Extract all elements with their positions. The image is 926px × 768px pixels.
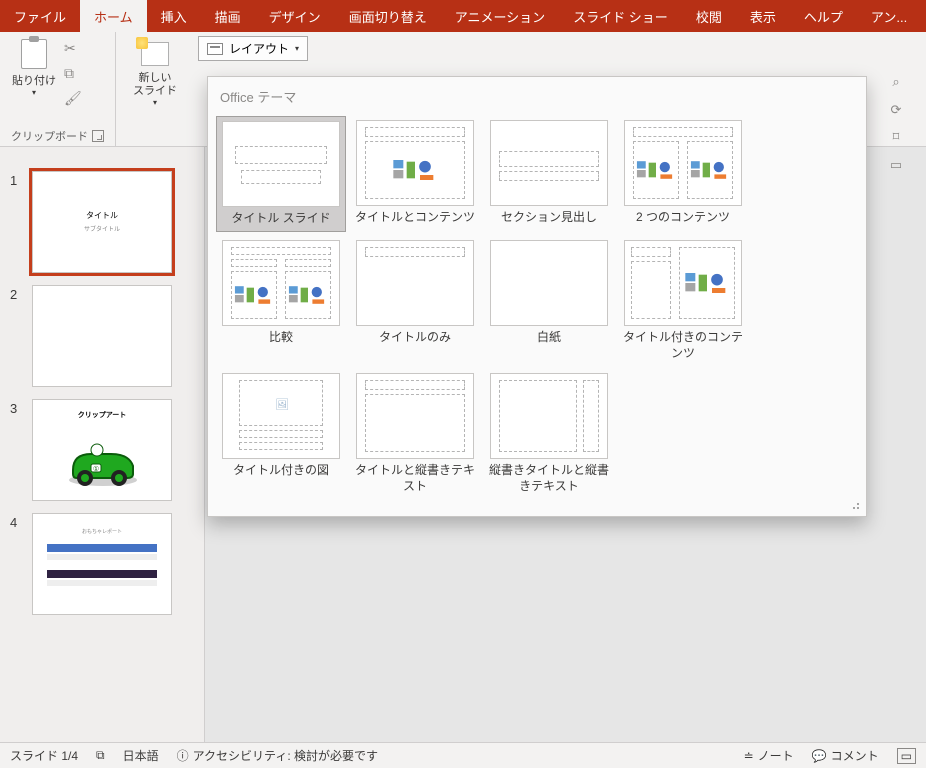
- paste-label: 貼り付け: [12, 72, 56, 88]
- slide-thumb-2[interactable]: 2: [0, 279, 204, 393]
- tab-10[interactable]: ヘルプ: [790, 0, 857, 32]
- layout-icon: [207, 43, 223, 55]
- slide-thumb-1[interactable]: 1タイトルサブタイトル: [0, 165, 204, 279]
- clipboard-launcher[interactable]: [92, 130, 104, 142]
- gallery-header: Office テーマ: [208, 77, 866, 110]
- ribbon-right-controls: ⌕⟳⌑▭: [866, 68, 926, 179]
- layout-item-only[interactable]: タイトルのみ: [350, 236, 480, 365]
- layout-item-pic[interactable]: 🖼タイトル付きの図: [216, 369, 346, 498]
- layout-item-content[interactable]: タイトルとコンテンツ: [350, 116, 480, 232]
- layout-item-label: 縦書きタイトルと縦書きテキスト: [488, 463, 610, 494]
- layout-item-blank[interactable]: 白紙: [484, 236, 614, 365]
- status-slide-number[interactable]: スライド 1/4: [10, 747, 78, 764]
- tab-7[interactable]: スライド ショー: [559, 0, 682, 32]
- slide-thumb-3[interactable]: 3クリップアート①: [0, 393, 204, 507]
- layout-gallery: Office テーマ タイトル スライド タイトルとコンテンツ セクション見出し 2 …: [207, 76, 867, 517]
- tab-3[interactable]: 描画: [201, 0, 255, 32]
- view-normal-icon[interactable]: ▭: [897, 748, 916, 764]
- layout-item-label: セクション見出し: [501, 210, 597, 226]
- chevron-down-icon: ▾: [32, 88, 36, 97]
- tab-1[interactable]: ホーム: [80, 0, 147, 32]
- slide-number: 4: [10, 513, 24, 615]
- comments-button[interactable]: 💬 コメント: [812, 747, 879, 764]
- tab-8[interactable]: 校閲: [682, 0, 736, 32]
- layout-item-section[interactable]: セクション見出し: [484, 116, 614, 232]
- layout-item-label: タイトルのみ: [379, 330, 451, 346]
- clipboard-group-label: クリップボード: [11, 128, 88, 144]
- svg-text:①: ①: [93, 465, 99, 473]
- ribbon-tabbar: ファイルホーム挿入描画デザイン画面切り替えアニメーションスライド ショー校閲表示…: [0, 0, 926, 32]
- layout-item-label: タイトル付きのコンテンツ: [622, 330, 744, 361]
- tab-0[interactable]: ファイル: [0, 0, 80, 32]
- comments-label: コメント: [831, 747, 879, 764]
- notes-icon: ≐: [744, 749, 754, 763]
- layout-item-label: 比較: [269, 330, 293, 346]
- layout-item-label: タイトル付きの図: [233, 463, 329, 479]
- chevron-down-icon: ▾: [295, 44, 299, 53]
- layout-dropdown[interactable]: レイアウト ▾: [198, 36, 308, 61]
- tab-9[interactable]: 表示: [736, 0, 790, 32]
- new-slide-button[interactable]: 新しい スライド ▾: [124, 36, 186, 109]
- tab-6[interactable]: アニメーション: [441, 0, 559, 32]
- layout-item-label: タイトルと縦書きテキスト: [354, 463, 476, 494]
- slide-number: 2: [10, 285, 24, 387]
- format-painter-icon[interactable]: 🖌: [64, 90, 82, 107]
- new-slide-label: 新しい スライド: [133, 72, 177, 98]
- layout-item-label: タイトル スライド: [231, 211, 330, 227]
- spellcheck-icon[interactable]: ⧉: [96, 748, 105, 763]
- copy-icon[interactable]: ⧉: [64, 65, 82, 82]
- slide-thumbnail-panel: 1タイトルサブタイトル23クリップアート①4おもちゃレポート: [0, 147, 205, 742]
- layout-item-vtitle[interactable]: 縦書きタイトルと縦書きテキスト: [484, 369, 614, 498]
- chevron-down-icon: ▾: [153, 98, 157, 107]
- resize-grip[interactable]: [850, 500, 860, 510]
- status-language[interactable]: 日本語: [123, 747, 159, 764]
- notes-button[interactable]: ≐ ノート: [744, 747, 794, 764]
- layout-item-label: タイトルとコンテンツ: [355, 210, 475, 226]
- layout-item-compare[interactable]: 比較: [216, 236, 346, 365]
- tab-11[interactable]: アン...: [857, 0, 921, 32]
- layout-item-capcontent[interactable]: タイトル付きのコンテンツ: [618, 236, 748, 365]
- slide-number: 1: [10, 171, 24, 273]
- comment-icon: 💬: [812, 749, 827, 763]
- slide-thumb-4[interactable]: 4おもちゃレポート: [0, 507, 204, 621]
- accessibility-button[interactable]: ⓘ アクセシビリティ: 検討が必要です: [177, 747, 378, 764]
- slide-number: 3: [10, 399, 24, 501]
- status-bar: スライド 1/4 ⧉ 日本語 ⓘ アクセシビリティ: 検討が必要です ≐ ノート…: [0, 742, 926, 768]
- accessibility-label: アクセシビリティ: 検討が必要です: [193, 747, 378, 764]
- tab-5[interactable]: 画面切り替え: [335, 0, 441, 32]
- accessibility-icon: ⓘ: [177, 747, 189, 764]
- layout-item-vtext[interactable]: タイトルと縦書きテキスト: [350, 369, 480, 498]
- layout-item-label: 白紙: [537, 330, 561, 346]
- layout-item-label: 2 つのコンテンツ: [636, 210, 730, 226]
- tab-4[interactable]: デザイン: [255, 0, 335, 32]
- layout-label: レイアウト: [229, 40, 289, 57]
- tab-2[interactable]: 挿入: [147, 0, 201, 32]
- layout-item-title[interactable]: タイトル スライド: [216, 116, 346, 232]
- layout-item-two[interactable]: 2 つのコンテンツ: [618, 116, 748, 232]
- notes-label: ノート: [758, 747, 794, 764]
- paste-button[interactable]: 貼り付け ▾: [8, 36, 60, 107]
- cut-icon[interactable]: ✂: [64, 40, 82, 57]
